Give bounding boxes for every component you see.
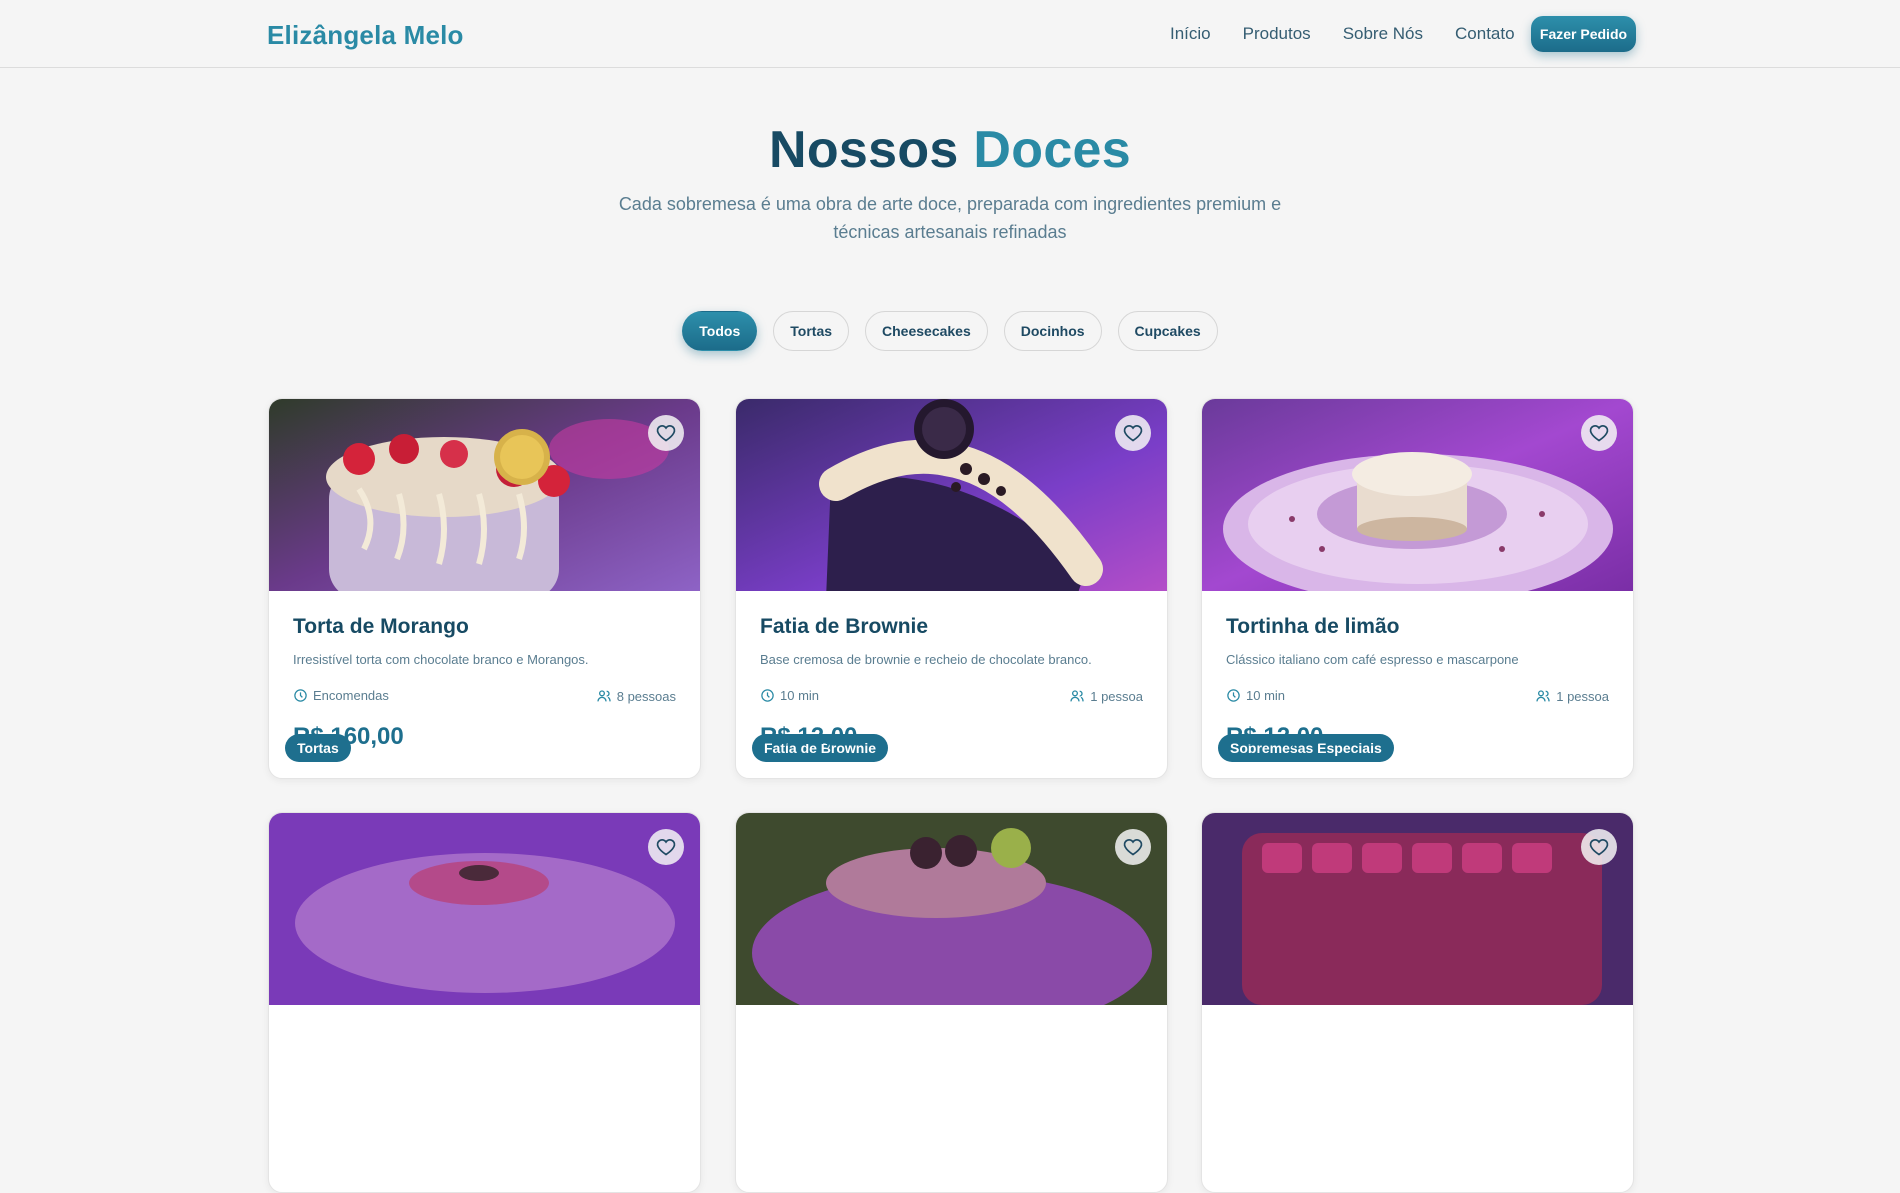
product-description: Clássico italiano com café espresso e ma… bbox=[1226, 652, 1519, 667]
heart-icon[interactable] bbox=[1115, 829, 1151, 865]
product-image bbox=[1202, 399, 1633, 591]
filter-todos[interactable]: Todos bbox=[682, 311, 758, 351]
product-description: Irresistível torta com chocolate branco … bbox=[293, 652, 589, 667]
users-icon bbox=[1070, 690, 1084, 702]
serves-label: 1 pessoa bbox=[1090, 688, 1143, 704]
product-card[interactable] bbox=[735, 812, 1168, 1193]
product-serves: 1 pessoa bbox=[1069, 688, 1143, 704]
strawberry-cake-photo bbox=[269, 399, 700, 591]
chocolate-dessert-photo bbox=[736, 813, 1167, 1005]
product-image bbox=[269, 813, 700, 1005]
time-label: Encomendas bbox=[313, 688, 389, 703]
product-image bbox=[736, 813, 1167, 1005]
product-serves: 8 pessoas bbox=[596, 688, 676, 704]
product-image bbox=[1202, 813, 1633, 1005]
product-description: Base cremosa de brownie e recheio de cho… bbox=[760, 652, 1092, 667]
lemon-tart-photo bbox=[1202, 399, 1633, 591]
nav-link-inicio[interactable]: Início bbox=[1170, 24, 1211, 44]
nav-link-produtos[interactable]: Produtos bbox=[1243, 24, 1311, 44]
heart-icon[interactable] bbox=[1115, 415, 1151, 451]
order-button[interactable]: Fazer Pedido bbox=[1531, 16, 1636, 52]
filter-tortas[interactable]: Tortas bbox=[773, 311, 850, 351]
title-main: Nossos bbox=[769, 121, 959, 179]
navbar: Elizângela Melo Início Produtos Sobre Nó… bbox=[0, 0, 1900, 68]
product-card[interactable]: Fatia de Brownie Fatia de Brownie Base c… bbox=[735, 398, 1168, 779]
brand-logo[interactable]: Elizângela Melo bbox=[267, 20, 464, 51]
nav-links: Início Produtos Sobre Nós Contato bbox=[1170, 24, 1515, 44]
clock-icon bbox=[761, 689, 774, 702]
product-price: R$ 160,00 bbox=[293, 723, 404, 750]
heart-icon[interactable] bbox=[648, 829, 684, 865]
filter-cheesecakes[interactable]: Cheesecakes bbox=[865, 311, 988, 351]
heart-icon[interactable] bbox=[1581, 829, 1617, 865]
product-image bbox=[736, 399, 1167, 591]
filter-docinhos[interactable]: Docinhos bbox=[1003, 311, 1102, 351]
clock-icon bbox=[294, 689, 307, 702]
product-card[interactable] bbox=[268, 812, 701, 1193]
time-label: 10 min bbox=[780, 688, 820, 703]
product-card[interactable]: Sobremesas Especiais Tortinha de limão C… bbox=[1201, 398, 1634, 779]
product-price: R$ 12,00 bbox=[1226, 723, 1324, 750]
product-time: Encomendas bbox=[293, 688, 389, 703]
page-title: Nossos Doces bbox=[0, 120, 1900, 180]
product-title: Torta de Morango bbox=[293, 615, 469, 638]
serves-label: 8 pessoas bbox=[616, 688, 676, 704]
clock-icon bbox=[1227, 689, 1240, 702]
product-serves: 1 pessoa bbox=[1535, 688, 1609, 704]
category-filters: Todos Tortas Cheesecakes Docinhos Cupcak… bbox=[0, 311, 1900, 351]
users-icon bbox=[1536, 690, 1550, 702]
product-time: 10 min bbox=[1226, 688, 1285, 703]
serves-label: 1 pessoa bbox=[1556, 688, 1609, 704]
pudding-photo bbox=[269, 813, 700, 1005]
product-card[interactable]: Tortas Torta de Morango Irresistível tor… bbox=[268, 398, 701, 779]
filter-cupcakes[interactable]: Cupcakes bbox=[1117, 311, 1218, 351]
nav-link-contato[interactable]: Contato bbox=[1455, 24, 1515, 44]
brownie-slice-photo bbox=[736, 399, 1167, 591]
users-icon bbox=[597, 690, 611, 702]
page-subtitle: Cada sobremesa é uma obra de arte doce, … bbox=[618, 194, 1282, 242]
product-time: 10 min bbox=[760, 688, 819, 703]
product-title: Fatia de Brownie bbox=[760, 615, 929, 638]
product-image bbox=[269, 399, 700, 591]
product-card[interactable] bbox=[1201, 812, 1634, 1193]
title-accent: Doces bbox=[973, 121, 1131, 179]
time-label: 10 min bbox=[1246, 688, 1286, 703]
heart-icon[interactable] bbox=[1581, 415, 1617, 451]
product-price: R$ 12,00 bbox=[760, 723, 858, 750]
product-title: Tortinha de limão bbox=[1226, 615, 1400, 638]
heart-icon[interactable] bbox=[648, 415, 684, 451]
candy-tray-photo bbox=[1202, 813, 1633, 1005]
nav-link-sobre[interactable]: Sobre Nós bbox=[1343, 24, 1423, 44]
